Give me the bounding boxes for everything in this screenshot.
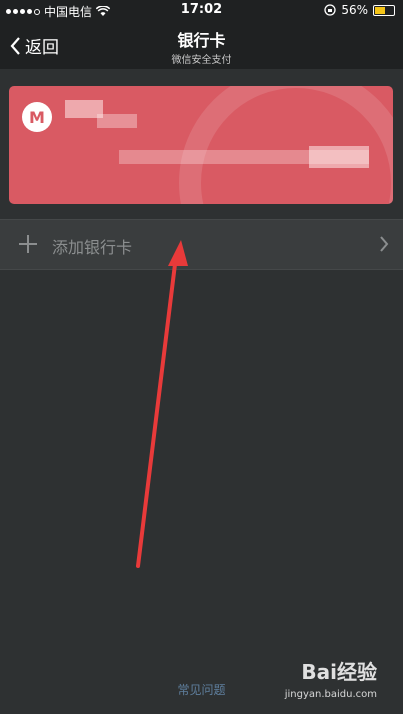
baidu-watermark-logo: Bai经验: [301, 660, 377, 684]
baidu-watermark-url: jingyan.baidu.com: [284, 689, 377, 700]
annotation-arrow: [136, 240, 188, 568]
